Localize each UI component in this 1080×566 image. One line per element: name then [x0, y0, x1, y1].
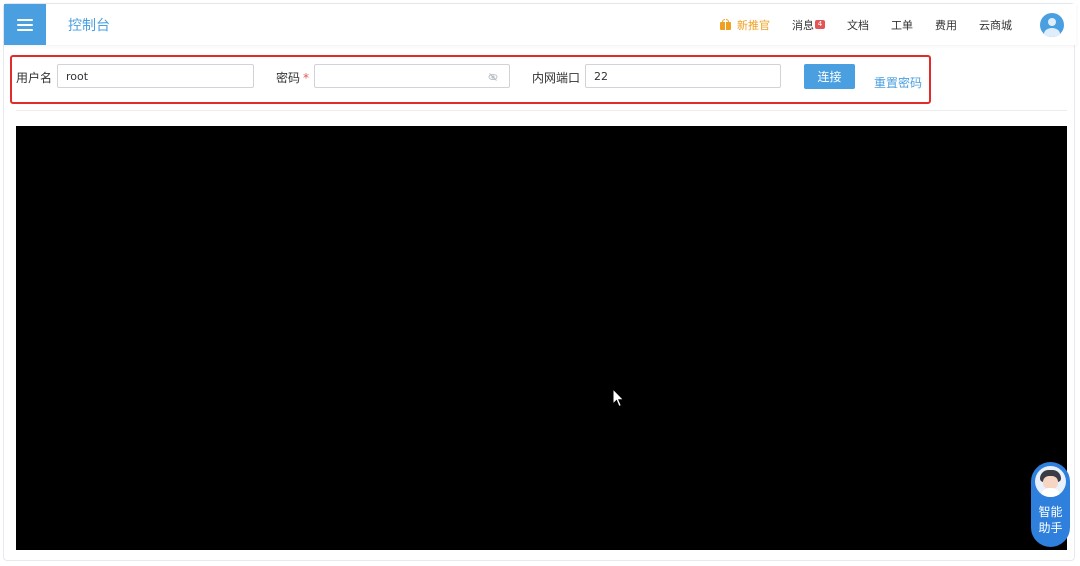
password-label: 密码 * — [276, 69, 309, 86]
smart-assistant-button[interactable]: 智能 助手 — [1031, 462, 1070, 547]
mouse-cursor-icon — [612, 388, 625, 408]
avatar-icon[interactable] — [1040, 12, 1064, 37]
top-bar: 控制台 新推官 消息 4 文档 工单 费用 云商城 — [4, 4, 1076, 45]
nav-store[interactable]: 云商城 — [979, 17, 1012, 33]
nav-messages-label: 消息 — [792, 18, 814, 32]
divider — [16, 110, 1067, 111]
username-label: 用户名 — [16, 71, 53, 85]
nav-tickets[interactable]: 工单 — [891, 17, 913, 33]
nav-promo-label: 新推官 — [737, 18, 770, 32]
top-nav: 新推官 消息 4 文档 工单 费用 云商城 — [698, 4, 1076, 45]
assistant-label-line2: 助手 — [1038, 521, 1063, 535]
assistant-label: 智能 助手 — [1031, 504, 1070, 536]
nav-docs[interactable]: 文档 — [847, 17, 869, 33]
required-marker: * — [303, 71, 310, 85]
assistant-avatar-icon — [1035, 466, 1066, 497]
nav-promo[interactable]: 新推官 — [720, 17, 770, 33]
reset-password-link[interactable]: 重置密码 — [874, 74, 922, 91]
menu-button[interactable] — [4, 4, 46, 45]
connect-button[interactable]: 连接 — [804, 64, 855, 89]
gift-icon — [720, 19, 731, 30]
port-label: 内网端口 — [532, 71, 581, 85]
assistant-label-line1: 智能 — [1038, 505, 1063, 519]
port-input[interactable] — [585, 64, 781, 88]
username-input[interactable] — [57, 64, 254, 88]
menu-icon — [17, 16, 33, 34]
password-input[interactable] — [314, 64, 510, 88]
nav-messages[interactable]: 消息 4 — [792, 17, 825, 33]
app-title[interactable]: 控制台 — [68, 15, 110, 35]
nav-billing[interactable]: 费用 — [935, 17, 957, 33]
messages-badge: 4 — [815, 20, 825, 29]
terminal-screen[interactable] — [16, 126, 1067, 550]
password-label-text: 密码 — [276, 71, 301, 85]
eye-off-icon[interactable] — [488, 72, 498, 82]
